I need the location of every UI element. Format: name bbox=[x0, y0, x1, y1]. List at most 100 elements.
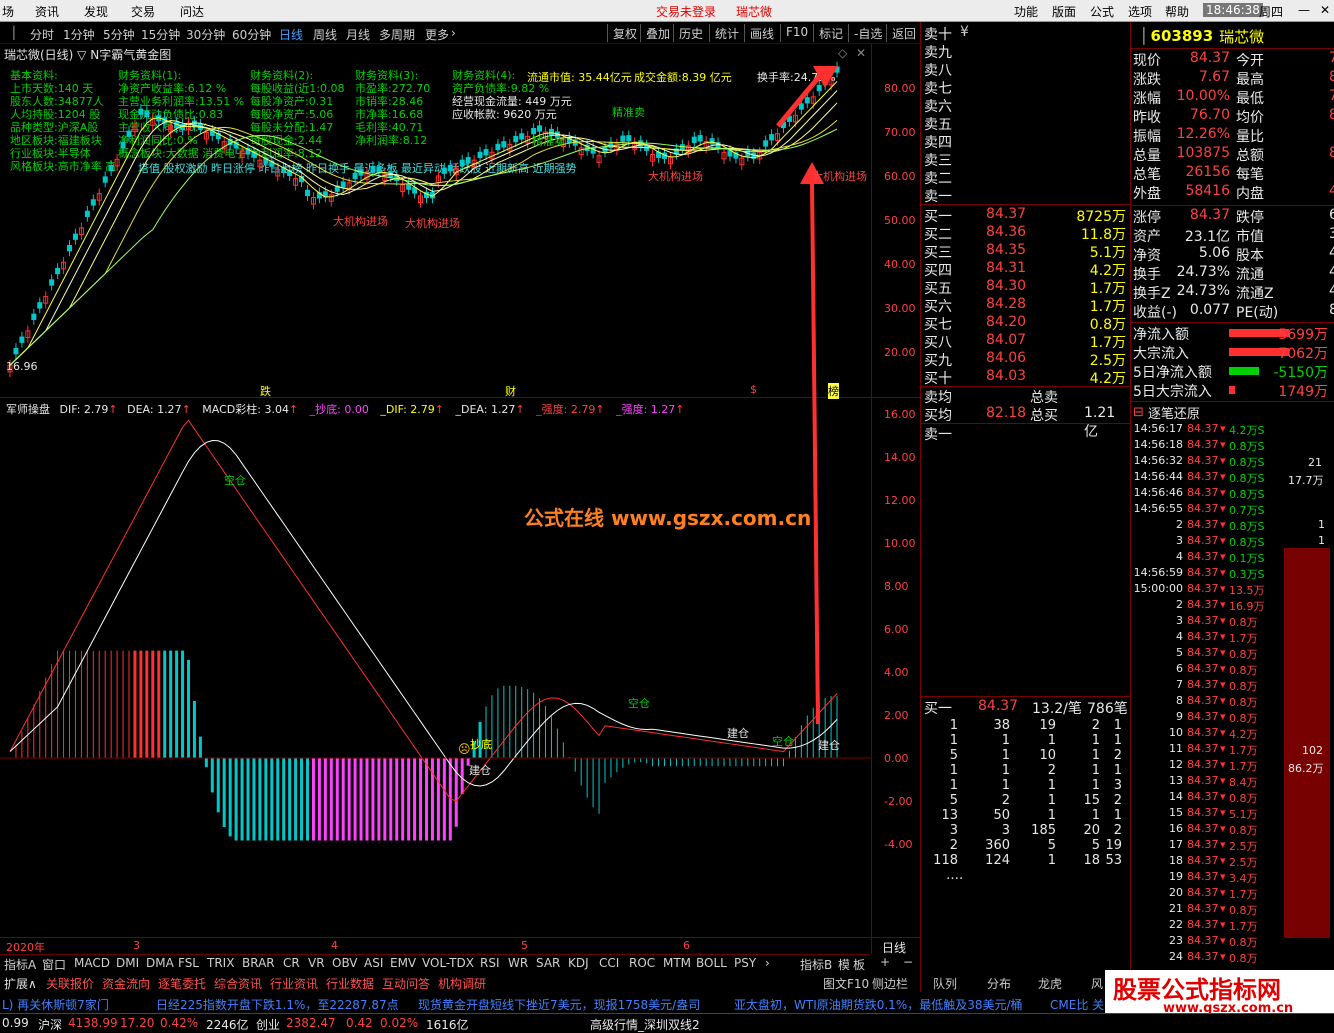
tab-risk[interactable]: 风 bbox=[1091, 975, 1103, 992]
news-item[interactable]: 亚太盘初，WTI原油期货跌0.1%，最低触及38美元/桶 bbox=[734, 996, 1023, 1013]
tab-tf-8[interactable]: 月线 bbox=[346, 26, 370, 43]
tab-ind-13[interactable]: VOL-TDX bbox=[422, 956, 474, 970]
toolbar-btn-4[interactable]: 画线 bbox=[744, 24, 779, 42]
tab-ind-20[interactable]: MTM bbox=[663, 956, 691, 970]
menu-item-2[interactable]: 发现 bbox=[84, 3, 108, 20]
tab-ind-18[interactable]: CCI bbox=[599, 956, 619, 970]
tab-ind-16[interactable]: SAR bbox=[536, 956, 560, 970]
queue-cell: 20 bbox=[1083, 823, 1100, 838]
tab-f10[interactable]: 图文F10 bbox=[823, 975, 869, 992]
tab-ind-12[interactable]: EMV bbox=[390, 956, 416, 970]
toolbar-btn-7[interactable]: -自选 bbox=[848, 24, 887, 42]
minus-icon[interactable]: − bbox=[903, 955, 913, 969]
tab-ind-11[interactable]: ASI bbox=[364, 956, 383, 970]
tab-ext-5[interactable]: 行业资讯 bbox=[270, 975, 318, 992]
tab-tf-1[interactable]: 1分钟 bbox=[63, 26, 95, 43]
tab-ind-4[interactable]: DMA bbox=[146, 956, 174, 970]
tab-tf-2[interactable]: 5分钟 bbox=[103, 26, 135, 43]
tab-ban[interactable]: 板 bbox=[853, 956, 865, 973]
tab-dragon-tiger[interactable]: 龙虎 bbox=[1038, 975, 1062, 992]
tab-tf-4[interactable]: 30分钟 bbox=[186, 26, 225, 43]
tab-ind-8[interactable]: CR bbox=[283, 956, 300, 970]
menu-formula[interactable]: 公式 bbox=[1090, 3, 1114, 20]
tab-distribution[interactable]: 分布 bbox=[987, 975, 1011, 992]
close-icon[interactable]: ✕ bbox=[1320, 3, 1330, 17]
tab-tf-6[interactable]: 日线 bbox=[279, 26, 303, 43]
tick-volume: 0.7万S bbox=[1229, 504, 1265, 517]
tab-ind-14[interactable]: RSI bbox=[480, 956, 500, 970]
tab-ext-3[interactable]: 逐笔委托 bbox=[158, 975, 206, 992]
chevron-right-icon[interactable]: › bbox=[765, 956, 770, 970]
tab-ext-8[interactable]: 机构调研 bbox=[438, 975, 486, 992]
queue-cell: 1 bbox=[949, 733, 958, 748]
tab-ext-2[interactable]: 资金流向 bbox=[102, 975, 150, 992]
tab-tf-10[interactable]: 更多 bbox=[425, 26, 449, 43]
tab-ext-0[interactable]: 扩展∧ bbox=[4, 975, 37, 992]
tab-ext-6[interactable]: 行业数据 bbox=[326, 975, 374, 992]
tab-queue[interactable]: 队列 bbox=[933, 975, 957, 992]
tab-ind-19[interactable]: ROC bbox=[629, 956, 655, 970]
minimize-icon[interactable]: — bbox=[1298, 3, 1310, 17]
tab-tf-7[interactable]: 周线 bbox=[313, 26, 337, 43]
tab-ind-6[interactable]: TRIX bbox=[207, 956, 234, 970]
tab-ind-15[interactable]: WR bbox=[508, 956, 528, 970]
toolbar-btn-8[interactable]: 返回 bbox=[886, 24, 921, 42]
toolbar-btn-6[interactable]: 标记 bbox=[813, 24, 848, 42]
toolbar-btn-2[interactable]: 历史 bbox=[673, 24, 708, 42]
tab-ind-5[interactable]: FSL bbox=[178, 956, 199, 970]
candle-body bbox=[37, 302, 43, 309]
kline-chart[interactable] bbox=[0, 44, 871, 937]
tick-volume: 8.4万 bbox=[1229, 776, 1258, 789]
tick-volume: 2.5万 bbox=[1229, 840, 1258, 853]
tab-tf-5[interactable]: 60分钟 bbox=[232, 26, 271, 43]
toolbar-btn-5[interactable]: F10 bbox=[780, 24, 813, 42]
queue-cell: 38 bbox=[993, 718, 1010, 733]
chevron-right-icon[interactable]: › bbox=[451, 26, 456, 40]
tab-ind-1[interactable]: 窗口 bbox=[42, 956, 66, 973]
tab-ind-10[interactable]: OBV bbox=[332, 956, 358, 970]
menu-function[interactable]: 功能 bbox=[1014, 3, 1038, 20]
toolbar-btn-0[interactable]: 复权 bbox=[607, 24, 642, 42]
tab-ind-21[interactable]: BOLL bbox=[696, 956, 727, 970]
tab-ext-7[interactable]: 互动问答 bbox=[382, 975, 430, 992]
tab-ind-b[interactable]: 指标B bbox=[800, 956, 832, 973]
toolbar-btn-3[interactable]: 统计 bbox=[709, 24, 744, 42]
menu-layout[interactable]: 版面 bbox=[1052, 3, 1076, 20]
news-item[interactable]: 现货黄金开盘短线下挫近7美元，现报1758美元/盎司 bbox=[418, 996, 700, 1013]
trade-status[interactable]: 交易未登录 bbox=[656, 3, 716, 20]
tab-ind-22[interactable]: PSY bbox=[734, 956, 756, 970]
plus-icon[interactable]: + bbox=[880, 955, 890, 969]
macd-tick: 16.00 bbox=[884, 408, 916, 421]
tab-ind-7[interactable]: BRAR bbox=[242, 956, 275, 970]
news-item[interactable]: 日经225指数开盘下跌1.1%，至22287.87点 bbox=[156, 996, 399, 1013]
news-item[interactable]: L) 再关休斯顿7家门 bbox=[2, 996, 109, 1013]
menu-help[interactable]: 帮助 bbox=[1165, 3, 1189, 20]
tab-mo[interactable]: 模 bbox=[838, 956, 850, 973]
tick-volume: 0.1万S bbox=[1229, 552, 1265, 565]
tab-ind-9[interactable]: VR bbox=[308, 956, 325, 970]
menu-item-1[interactable]: 资讯 bbox=[35, 3, 59, 20]
tab-tf-3[interactable]: 15分钟 bbox=[141, 26, 180, 43]
menu-item-0[interactable]: 场 bbox=[2, 3, 14, 20]
sell-level: 卖三 bbox=[924, 153, 952, 169]
tab-ext-1[interactable]: 关联报价 bbox=[46, 975, 94, 992]
tab-ind-3[interactable]: DMI bbox=[116, 956, 139, 970]
tab-ext-4[interactable]: 综合资讯 bbox=[214, 975, 262, 992]
tab-ind-0[interactable]: 指标A bbox=[4, 956, 36, 973]
sidebar-toggle-icon[interactable]: ▕ bbox=[5, 26, 14, 40]
quote-row: 总量 103875 总额 8. bbox=[1133, 145, 1334, 164]
buy-avg-value: 82.18 bbox=[986, 405, 1027, 421]
tab-tf-0[interactable]: 分时 bbox=[30, 26, 54, 43]
tab-ind-17[interactable]: KDJ bbox=[568, 956, 589, 970]
tab-ind-2[interactable]: MACD bbox=[74, 956, 110, 970]
menu-options[interactable]: 选项 bbox=[1128, 3, 1152, 20]
toolbar-btn-1[interactable]: 叠加 bbox=[640, 24, 675, 42]
sell-level: 卖九 bbox=[924, 45, 952, 61]
menu-item-3[interactable]: 交易 bbox=[131, 3, 155, 20]
quote-row: 净资 5.06 股本 4. bbox=[1133, 245, 1334, 264]
menu-item-4[interactable]: 问达 bbox=[180, 3, 204, 20]
tab-tf-9[interactable]: 多周期 bbox=[379, 26, 415, 43]
tick-time: 24 bbox=[1169, 950, 1183, 963]
panel-toggle-icon[interactable]: ▕ bbox=[1133, 27, 1145, 45]
tab-sidebar[interactable]: 侧边栏 bbox=[872, 975, 908, 992]
